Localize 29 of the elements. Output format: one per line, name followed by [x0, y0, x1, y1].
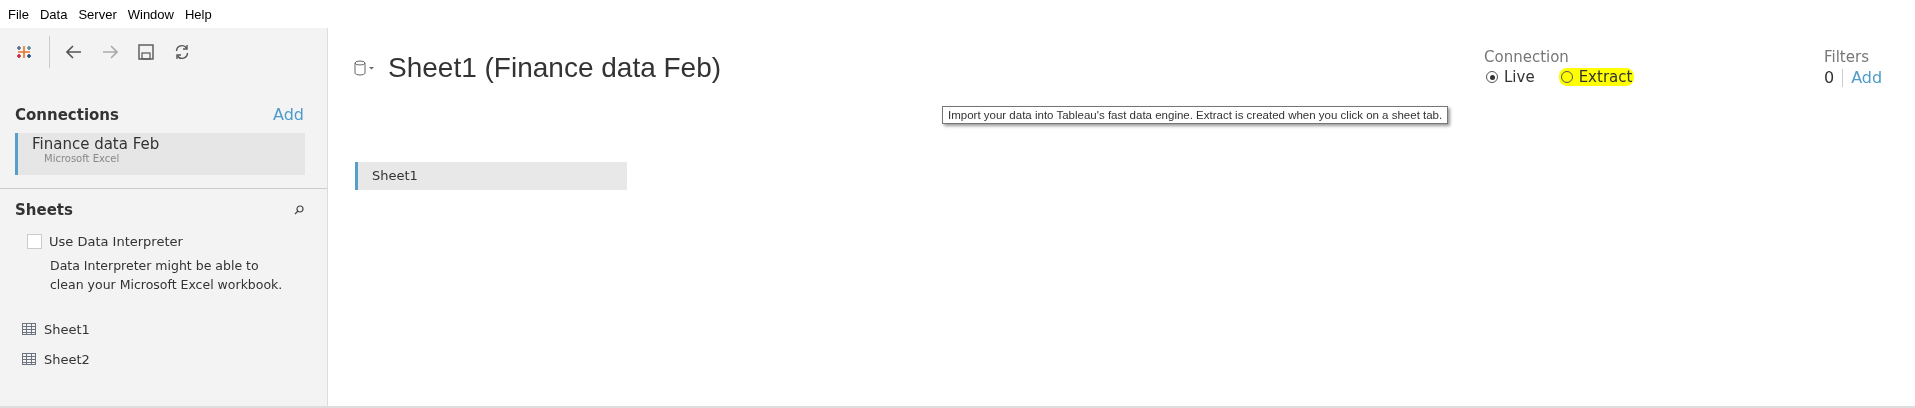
menu-item[interactable]: Window: [123, 6, 181, 22]
filters-label: Filters: [1824, 48, 1870, 66]
section-title: Connections: [15, 105, 119, 124]
sheet-item[interactable]: Sheet2: [44, 351, 90, 367]
connection-label: Connection: [1484, 48, 1570, 66]
table-icon: [22, 323, 36, 335]
search-icon[interactable]: [294, 205, 304, 215]
connection-item[interactable]: Finance data Feb Microsoft Excel: [15, 133, 305, 175]
table-icon: [22, 353, 36, 365]
checkbox[interactable]: [27, 234, 42, 249]
table-tile[interactable]: Sheet1: [355, 162, 627, 190]
section-title: Sheets: [15, 201, 73, 219]
menu-item[interactable]: Help: [180, 6, 219, 22]
filter-count: 0: [1824, 68, 1835, 87]
tooltip: Import your data into Tableau's fast data engine. Extract is created when you click on a sheet tab.: [942, 106, 1449, 124]
data-source-title: Sheet1 (Finance data Feb): [388, 52, 722, 84]
refresh-icon[interactable]: [174, 44, 190, 60]
sheet-item[interactable]: Sheet1: [44, 321, 90, 337]
back-arrow-icon[interactable]: [66, 45, 82, 59]
radio-option[interactable]: Live: [1484, 68, 1537, 86]
logo-icon[interactable]: [15, 43, 33, 61]
radio-option[interactable]: Extract: [1558, 68, 1635, 86]
description-text: Data Interpreter might be able to clean your Microsoft Excel workbook.: [50, 257, 284, 294]
checkbox-label: Use Data Interpreter: [49, 234, 183, 249]
database-icon[interactable]: [354, 60, 376, 76]
menu-item[interactable]: Server: [74, 6, 124, 22]
save-icon[interactable]: [138, 44, 154, 60]
menu-item[interactable]: File: [4, 6, 36, 22]
menu-item[interactable]: Data: [35, 6, 75, 22]
